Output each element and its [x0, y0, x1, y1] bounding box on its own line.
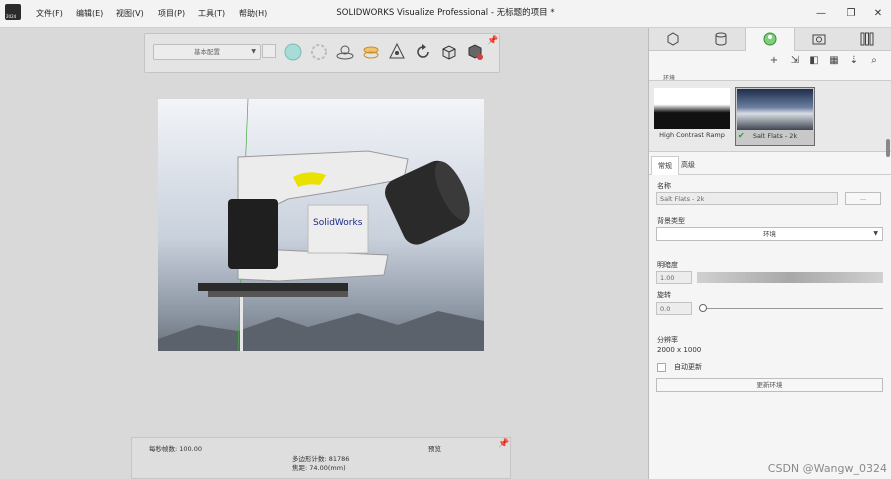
viewport[interactable]: 基本配置 ▼ 📌 SolidWorks 每秒帧数: 100.00 预览 📌 多边… — [0, 28, 648, 479]
split-view-icon[interactable]: ◧ — [807, 54, 821, 68]
gear-disabled-icon[interactable] — [309, 42, 329, 62]
tab-models[interactable] — [649, 28, 697, 50]
rotation-label: 旋转 — [657, 291, 671, 299]
resolution-value: 2000 x 1000 — [657, 346, 702, 354]
background-type-value: 环境 — [763, 230, 776, 238]
turntable-icon[interactable] — [335, 42, 355, 62]
update-environment-button[interactable]: 更新环境 — [656, 378, 883, 392]
status-overlay: 每秒帧数: 100.00 预览 📌 多边形计数: 81786 焦距: 74.00… — [131, 437, 511, 479]
thumbnail-image — [737, 89, 813, 130]
thumbnail-salt-flats[interactable]: ✔ Salt Flats - 2k — [735, 87, 815, 146]
floating-toolbar: 基本配置 ▼ 📌 — [144, 33, 500, 73]
jigsaw-model: SolidWorks — [158, 99, 484, 351]
menu-tools[interactable]: 工具(T) — [198, 0, 225, 27]
preset-dropdown[interactable]: 基本配置 ▼ — [153, 44, 261, 60]
render-view[interactable]: SolidWorks — [158, 99, 484, 351]
brightness-label: 明暗度 — [657, 261, 678, 269]
fps-readout: 每秒帧数: 100.00 — [149, 445, 202, 453]
import-icon[interactable]: ⇲ — [788, 54, 802, 68]
scenes-icon — [763, 32, 777, 46]
menu-edit[interactable]: 编辑(E) — [76, 0, 103, 27]
preset-dropdown-value: 基本配置 — [194, 48, 220, 56]
name-field[interactable]: Salt Flats - 2k — [656, 192, 838, 205]
chevron-down-icon: ▼ — [251, 48, 256, 55]
menu-help[interactable]: 帮助(H) — [239, 0, 267, 27]
sort-icon[interactable]: ⇣ — [847, 54, 861, 68]
property-tabs: 常规 高级 — [649, 156, 891, 175]
focal-length: 焦距: 74.00(mm) — [292, 464, 346, 472]
background-type-select[interactable]: 环境 ▼ — [656, 227, 883, 241]
tab-appearances[interactable] — [697, 28, 745, 50]
menu-project[interactable]: 项目(P) — [158, 0, 185, 27]
model-logo: SolidWorks — [313, 218, 363, 228]
name-label: 名称 — [657, 182, 671, 190]
minimize-button[interactable]: — — [806, 0, 836, 27]
menu-view[interactable]: 视图(V) — [116, 0, 144, 27]
pin-icon[interactable]: 📌 — [487, 36, 498, 46]
resolution-label: 分辨率 — [657, 336, 678, 344]
thumbnail-scrollbar[interactable] — [886, 139, 890, 157]
palette-subtoolbar: + ⇲ ◧ ▦ ⇣ ⌕ — [649, 50, 891, 72]
thumbnail-image — [654, 88, 730, 129]
tab-cameras[interactable] — [795, 28, 843, 50]
preview-label: 预览 — [428, 445, 441, 453]
appearances-icon — [715, 32, 727, 46]
auto-update-label: 自动更新 — [674, 363, 702, 371]
background-type-label: 背景类型 — [657, 217, 685, 225]
sphere-icon[interactable] — [283, 42, 303, 62]
brightness-slider[interactable] — [697, 272, 883, 283]
move-icon[interactable] — [387, 42, 407, 62]
rotation-slider-track[interactable] — [701, 308, 883, 309]
version-badge: 2024 — [6, 14, 17, 19]
render-tools-icon[interactable] — [465, 42, 485, 62]
palette-panel: + ⇲ ◧ ▦ ⇣ ⌕ 环境 High Contrast Ramp ✔ Salt… — [648, 28, 891, 479]
watermark: CSDN @Wangw_0324 — [767, 462, 887, 475]
grid-view-icon[interactable]: ▦ — [827, 54, 841, 68]
models-icon — [667, 32, 679, 46]
rotation-field[interactable]: 0.0 — [656, 302, 692, 315]
close-button[interactable]: ✕ — [863, 0, 891, 27]
cameras-icon — [812, 34, 826, 45]
restore-button[interactable]: ❐ — [836, 0, 866, 27]
pin-icon[interactable]: 📌 — [498, 439, 509, 449]
rotate-icon[interactable] — [413, 42, 433, 62]
list-icon[interactable] — [262, 44, 276, 58]
add-icon[interactable]: + — [767, 54, 781, 68]
cube-icon[interactable] — [439, 42, 459, 62]
thumbnail-caption: Salt Flats - 2k — [752, 132, 798, 140]
tab-scenes[interactable] — [745, 28, 795, 51]
title-bar: 2024 文件(F) 编辑(E) 视图(V) 项目(P) 工具(T) 帮助(H)… — [0, 0, 891, 28]
floor-icon[interactable] — [361, 42, 381, 62]
tab-libraries[interactable] — [843, 28, 891, 50]
browse-button[interactable]: ... — [845, 192, 881, 205]
libraries-icon — [860, 32, 874, 46]
thumbnail-high-contrast-ramp[interactable]: High Contrast Ramp — [653, 87, 731, 144]
auto-update-checkbox[interactable] — [657, 363, 666, 372]
brightness-field[interactable]: 1.00 — [656, 271, 692, 284]
environment-thumbnails: High Contrast Ramp ✔ Salt Flats - 2k — [649, 80, 891, 157]
rotation-slider-knob[interactable] — [699, 304, 707, 312]
search-icon[interactable]: ⌕ — [867, 54, 881, 68]
palette-tabs — [649, 28, 891, 51]
menu-file[interactable]: 文件(F) — [36, 0, 63, 27]
tab-advanced[interactable]: 高级 — [675, 156, 701, 174]
solidworks-visualize-app-icon[interactable]: 2024 — [5, 4, 21, 20]
chevron-down-icon: ▼ — [873, 230, 878, 237]
thumbnail-caption: High Contrast Ramp — [659, 131, 725, 139]
